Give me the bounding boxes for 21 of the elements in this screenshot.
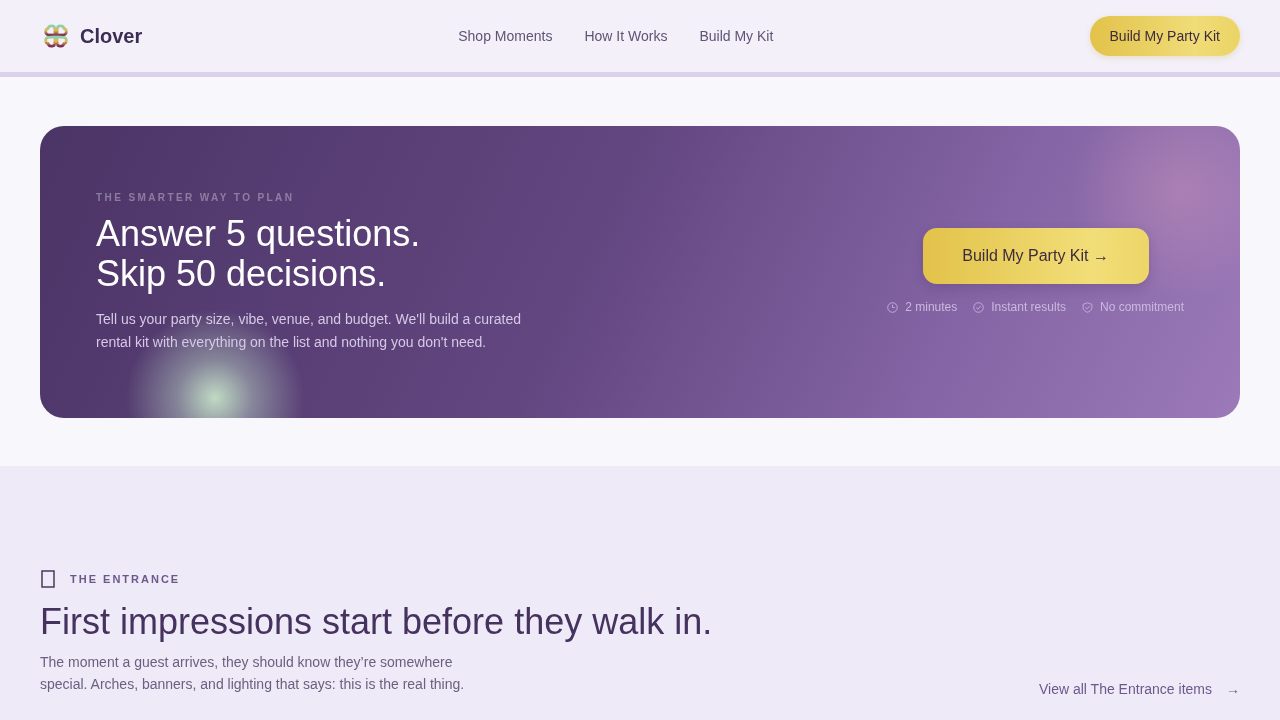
clock-icon bbox=[887, 301, 899, 313]
check-circle-icon bbox=[973, 301, 985, 313]
hero-headline: Answer 5 questions. Skip 50 decisions. bbox=[96, 214, 421, 294]
nav-link[interactable]: Shop Moments bbox=[458, 28, 553, 44]
clover-logo-icon bbox=[44, 24, 68, 48]
nav-link[interactable]: Build My Kit bbox=[699, 28, 774, 44]
build-kit-button[interactable]: Build My Party Kit bbox=[1089, 16, 1240, 56]
shield-check-icon bbox=[1081, 301, 1093, 313]
hero-eyebrow: THE SMARTER WAY TO PLAN bbox=[96, 192, 295, 203]
perk-label: Instant results bbox=[991, 300, 1066, 314]
brand-name[interactable]: Clover bbox=[80, 24, 143, 48]
hero-description: Tell us your party size, vibe, venue, and budget. We'll build a curated rental kit with everything on the list and nothing you don't need. bbox=[96, 310, 522, 352]
section-eyebrow: THE ENTRANCE bbox=[70, 573, 181, 585]
nav-link[interactable]: How It Works bbox=[584, 28, 668, 44]
view-all-link[interactable]: View all The Entrance items → bbox=[1039, 681, 1240, 697]
section-heading: First impressions start before they walk in. bbox=[40, 600, 713, 644]
perk-label: No commitment bbox=[1099, 300, 1184, 314]
section-description: The moment a guest arrives, they should know they’re somewhere special. Arches, banners, and lighting that says: this is the real thing. bbox=[40, 653, 466, 694]
door-icon bbox=[41, 570, 55, 588]
build-kit-button[interactable]: Build My Party Kit → bbox=[922, 228, 1149, 284]
perk-label: 2 minutes bbox=[905, 300, 958, 314]
